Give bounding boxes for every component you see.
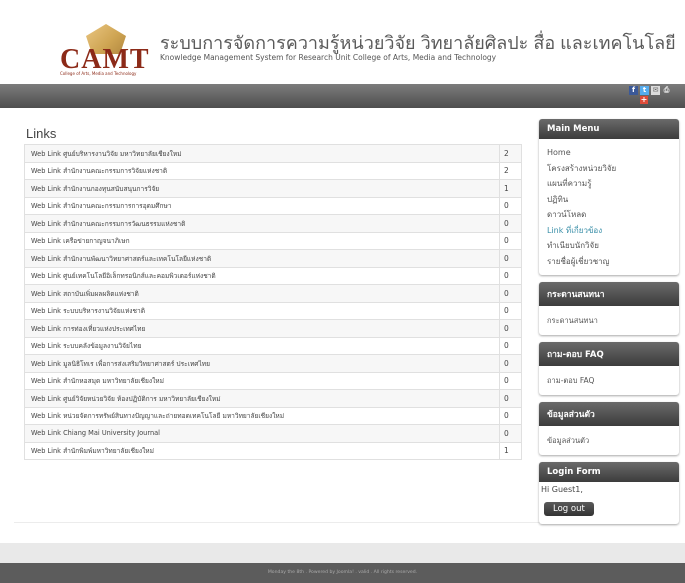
link-name[interactable]: Web Link สำนักพิมพ์มหาวิทยาลัยเชียงใหม่ [24,441,500,460]
profile-title: ข้อมูลส่วนตัว [539,402,679,426]
faq-title: ถาม-ตอบ FAQ [539,342,679,366]
main-menu-list: Home โครงสร้างหน่วยวิจัย แผนที่ความรู้ ปฏิท… [539,139,679,275]
link-hit-count: 0 [499,424,522,443]
main-menu-item[interactable]: Link ที่เกี่ยวข้อง [547,223,671,239]
facebook-icon[interactable]: f [629,86,638,95]
link-hit-count: 0 [499,214,522,233]
main-menu-box: Main Menu Home โครงสร้างหน่วยวิจัย แผนที่ค… [539,119,679,275]
link-hit-count: 0 [499,371,522,390]
link-hit-count: 0 [499,249,522,268]
main-menu-title: Main Menu [539,119,679,139]
sidebar: Main Menu Home โครงสร้างหน่วยวิจัย แผนที่ค… [539,119,679,531]
profile-box: ข้อมูลส่วนตัว ข้อมูลส่วนตัว [539,402,679,455]
link-row: Web Link สถาบันเพิ่มผลผลิตแห่งชาติ 0 [24,284,522,303]
login-greeting: Hi Guest1, [541,485,583,494]
main-menu-item[interactable]: แผนที่ความรู้ [547,176,671,192]
link-hit-count: 0 [499,301,522,320]
link-name[interactable]: Web Link สำนักงานคณะกรรมการการอุดมศึกษา [24,196,500,215]
site-subtitle: Knowledge Management System for Research… [160,53,497,62]
camt-logo[interactable]: CAMT College of Arts, Media and Technolo… [56,24,149,76]
main-menu-item[interactable]: ปฏิทิน [547,192,671,208]
link-row: Web Link ระบบคลังข้อมูลงานวิจัยไทย 0 [24,336,522,355]
link-name[interactable]: Web Link สำนักงานกองทุนสนับสนุนการวิจัย [24,179,500,198]
login-box: Login Form Hi Guest1, Log out [539,462,679,524]
link-hit-count: 2 [499,144,522,163]
mail-icon[interactable]: ✉ [651,86,660,95]
main-menu-item[interactable]: ดาวน์โหลด [547,207,671,223]
google-plus-icon[interactable]: + [640,96,648,104]
link-name[interactable]: Web Link สำนักงานคณะกรรมการวัฒนธรรมแห่งช… [24,214,500,233]
link-row: Web Link มูลนิธิโทเร เพื่อการส่งเสริมวิท… [24,354,522,373]
link-hit-count: 0 [499,354,522,373]
footer-bar [0,543,685,563]
link-row: Web Link สำนักงานคณะกรรมการวัฒนธรรมแห่งช… [24,214,522,233]
forum-link[interactable]: กระดานสนทนา [547,312,671,329]
link-name[interactable]: Web Link สำนักงานพัฒนาวิทยาศาสตร์และเทคโ… [24,249,500,268]
link-name[interactable]: Web Link การท่องเที่ยวแห่งประเทศไทย [24,319,500,338]
link-hit-count: 0 [499,336,522,355]
link-row: Web Link ศูนย์บริหารงานวิจัย มหาวิทยาลัย… [24,144,522,163]
link-name[interactable]: Web Link ระบบบริหารงานวิจัยแห่งชาติ [24,301,500,320]
link-row: Web Link สำนักงานคณะกรรมการวิจัยแห่งชาติ… [24,161,522,180]
link-row: Web Link เครือข่ายกาญจนาภิเษก 0 [24,231,522,250]
link-row: Web Link Chiang Mai University Journal 0 [24,424,522,443]
forum-title: กระดานสนทนา [539,282,679,306]
site-header: CAMT College of Arts, Media and Technolo… [0,0,685,78]
link-row: Web Link สำนักหอสมุด มหาวิทยาลัยเชียงใหม… [24,371,522,390]
link-name[interactable]: Web Link ศูนย์บริหารงานวิจัย มหาวิทยาลัย… [24,144,500,163]
link-name[interactable]: Web Link ระบบคลังข้อมูลงานวิจัยไทย [24,336,500,355]
twitter-icon[interactable]: t [640,86,649,95]
link-hit-count: 0 [499,319,522,338]
share-toolbar: f t ✉ ⎙ [629,86,671,95]
link-hit-count: 1 [499,441,522,460]
profile-link[interactable]: ข้อมูลส่วนตัว [547,432,671,449]
link-row: Web Link สำนักพิมพ์มหาวิทยาลัยเชียงใหม่ 1 [24,441,522,460]
page-title: Links [26,126,57,141]
main-content: Links Web Link ศูนย์บริหารงานวิจัย มหาวิ… [24,116,524,460]
link-row: Web Link สำนักงานกองทุนสนับสนุนการวิจัย 1 [24,179,522,198]
link-row: Web Link สำนักงานคณะกรรมการการอุดมศึกษา 0 [24,196,522,215]
link-hit-count: 0 [499,266,522,285]
link-hit-count: 0 [499,284,522,303]
link-name[interactable]: Web Link สถาบันเพิ่มผลผลิตแห่งชาติ [24,284,500,303]
link-name[interactable]: Web Link Chiang Mai University Journal [24,424,500,443]
main-menu-item[interactable]: ทำเนียบนักวิจัย [547,238,671,254]
link-name[interactable]: Web Link ศูนย์วิจัยหน่วยวิจัย ห้องปฏิบัต… [24,389,500,408]
link-row: Web Link ศูนย์วิจัยหน่วยวิจัย ห้องปฏิบัต… [24,389,522,408]
login-title: Login Form [539,462,679,482]
logout-button[interactable]: Log out [544,502,594,516]
print-icon[interactable]: ⎙ [662,86,671,95]
link-hit-count: 0 [499,231,522,250]
main-menu-item[interactable]: โครงสร้างหน่วยวิจัย [547,161,671,177]
link-name[interactable]: Web Link ศูนย์เทคโนโลยีอิเล็กทรอนิกส์และ… [24,266,500,285]
link-hit-count: 1 [499,179,522,198]
link-row: Web Link หน่วยจัดการทรัพย์สินทางปัญญาและ… [24,406,522,425]
link-hit-count: 0 [499,196,522,215]
forum-box: กระดานสนทนา กระดานสนทนา [539,282,679,335]
links-table: Web Link ศูนย์บริหารงานวิจัย มหาวิทยาลัย… [24,144,522,460]
logo-subtext: College of Arts, Media and Technology [60,71,137,76]
link-row: Web Link ศูนย์เทคโนโลยีอิเล็กทรอนิกส์และ… [24,266,522,285]
faq-box: ถาม-ตอบ FAQ ถาม-ตอบ FAQ [539,342,679,395]
link-name[interactable]: Web Link สำนักหอสมุด มหาวิทยาลัยเชียงใหม… [24,371,500,390]
link-hit-count: 2 [499,161,522,180]
main-menu-item[interactable]: Home [547,145,671,161]
top-navbar: f t ✉ ⎙ + [0,84,685,108]
link-row: Web Link การท่องเที่ยวแห่งประเทศไทย 0 [24,319,522,338]
link-row: Web Link สำนักงานพัฒนาวิทยาศาสตร์และเทคโ… [24,249,522,268]
link-name[interactable]: Web Link หน่วยจัดการทรัพย์สินทางปัญญาและ… [24,406,500,425]
faq-link[interactable]: ถาม-ตอบ FAQ [547,372,671,389]
link-name[interactable]: Web Link สำนักงานคณะกรรมการวิจัยแห่งชาติ [24,161,500,180]
link-name[interactable]: Web Link มูลนิธิโทเร เพื่อการส่งเสริมวิท… [24,354,500,373]
footer: Monday the 8th . Powered by Joomla! . va… [0,563,685,583]
link-row: Web Link ระบบบริหารงานวิจัยแห่งชาติ 0 [24,301,522,320]
main-menu-item[interactable]: รายชื่อผู้เชี่ยวชาญ [547,254,671,270]
link-hit-count: 0 [499,406,522,425]
link-hit-count: 0 [499,389,522,408]
link-name[interactable]: Web Link เครือข่ายกาญจนาภิเษก [24,231,500,250]
